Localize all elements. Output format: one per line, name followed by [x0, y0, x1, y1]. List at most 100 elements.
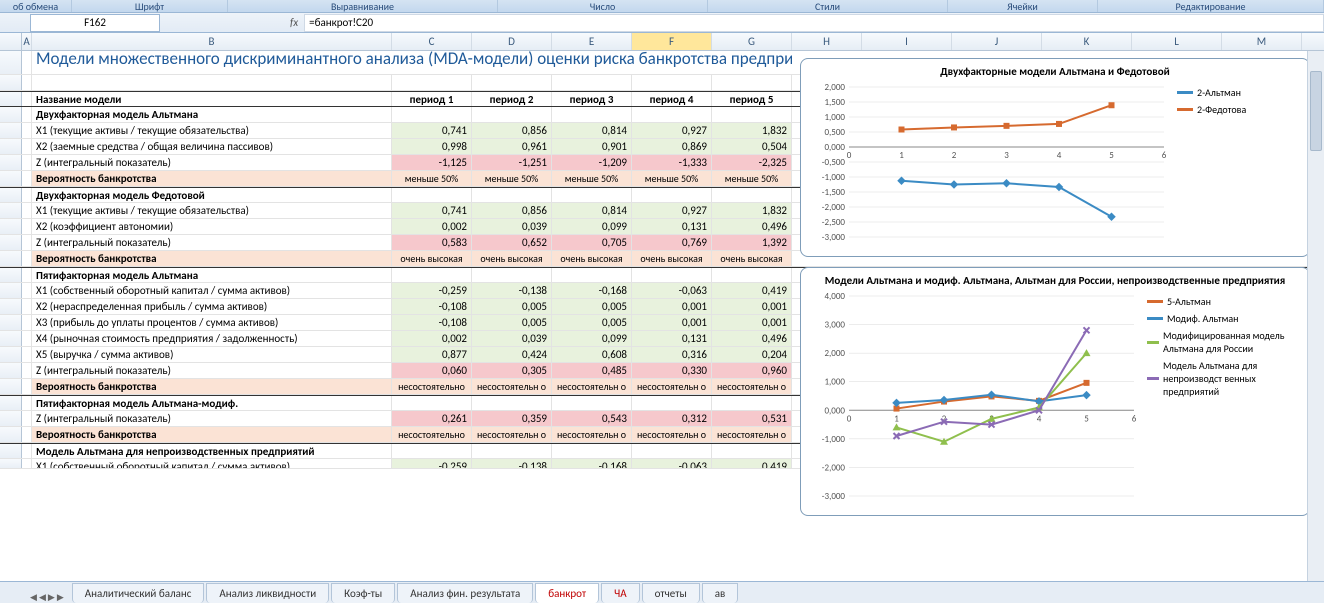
- cell[interactable]: [392, 188, 472, 202]
- cell[interactable]: [22, 251, 32, 266]
- cell[interactable]: X3 (прибыль до уплаты процентов / сумма …: [32, 315, 392, 330]
- cell[interactable]: 0,039: [472, 331, 552, 346]
- cell[interactable]: меньше 50%: [472, 171, 552, 186]
- cell[interactable]: очень высокая: [712, 251, 792, 266]
- cell[interactable]: X1 (текущие активы / текущие обязательст…: [32, 203, 392, 218]
- cell[interactable]: несостоятельн о: [472, 427, 552, 442]
- cell[interactable]: Z (интегральный показатель): [32, 235, 392, 250]
- sheet-tab[interactable]: банкрот: [535, 583, 599, 603]
- cell[interactable]: [472, 444, 552, 458]
- cell[interactable]: несостоятельн о: [632, 427, 712, 442]
- cell[interactable]: X4 (рыночная стоимость предприятия / зад…: [32, 331, 392, 346]
- tab-nav-icons[interactable]: ◀ ◀ ▶ ▶: [30, 592, 64, 603]
- cell[interactable]: 0,131: [632, 219, 712, 234]
- cell[interactable]: 0,856: [472, 203, 552, 218]
- cell[interactable]: несостоятельн о: [712, 427, 792, 442]
- cell[interactable]: меньше 50%: [552, 171, 632, 186]
- cell[interactable]: 0,877: [392, 347, 472, 362]
- cell[interactable]: 0,998: [392, 139, 472, 154]
- cell[interactable]: меньше 50%: [712, 171, 792, 186]
- cell[interactable]: 1,832: [712, 123, 792, 138]
- cell[interactable]: 0,005: [472, 299, 552, 314]
- cell[interactable]: [22, 155, 32, 170]
- cell[interactable]: [552, 396, 632, 410]
- cell[interactable]: Вероятность банкротства: [32, 251, 392, 266]
- cell[interactable]: 0,419: [712, 283, 792, 298]
- cell[interactable]: [392, 107, 472, 122]
- cell[interactable]: [22, 268, 32, 282]
- sheet-tab[interactable]: Аналитический баланс: [72, 583, 205, 603]
- cell[interactable]: 0,814: [552, 203, 632, 218]
- cell[interactable]: [22, 123, 32, 138]
- cell[interactable]: -0,168: [552, 459, 632, 468]
- cell[interactable]: 0,769: [632, 235, 712, 250]
- cell[interactable]: 0,330: [632, 363, 712, 378]
- cell[interactable]: Двухфакторная модель Альтмана: [32, 107, 392, 122]
- cell[interactable]: -0,138: [472, 283, 552, 298]
- cell[interactable]: несостоятельно: [392, 379, 472, 394]
- cell[interactable]: [392, 444, 472, 458]
- sheet-tab[interactable]: Анализ фин. результата: [397, 583, 533, 603]
- cell[interactable]: 1,832: [712, 203, 792, 218]
- cell[interactable]: 0,001: [712, 299, 792, 314]
- sheet-tab[interactable]: Коэф-ты: [331, 583, 395, 603]
- cell[interactable]: 0,305: [472, 363, 552, 378]
- cell[interactable]: 0,419: [712, 459, 792, 468]
- cell[interactable]: 0,099: [552, 331, 632, 346]
- cell[interactable]: [712, 107, 792, 122]
- cell[interactable]: [472, 107, 552, 122]
- cell[interactable]: период 3: [552, 92, 632, 106]
- cell[interactable]: X2 (нераспределенная прибыль / сумма акт…: [32, 299, 392, 314]
- cell[interactable]: [712, 75, 792, 90]
- cell[interactable]: [632, 396, 712, 410]
- cell[interactable]: [22, 299, 32, 314]
- cell[interactable]: очень высокая: [472, 251, 552, 266]
- cell[interactable]: [22, 396, 32, 410]
- cell[interactable]: -1,209: [552, 155, 632, 170]
- cell[interactable]: [552, 188, 632, 202]
- cell[interactable]: период 1: [392, 92, 472, 106]
- cell[interactable]: 1,392: [712, 235, 792, 250]
- scrollbar-thumb[interactable]: [1310, 71, 1322, 151]
- cell[interactable]: [632, 75, 712, 90]
- cell[interactable]: 0,001: [632, 315, 712, 330]
- cell[interactable]: 0,705: [552, 235, 632, 250]
- cell[interactable]: [632, 188, 712, 202]
- cell[interactable]: 0,960: [712, 363, 792, 378]
- cell[interactable]: [22, 411, 32, 426]
- cell[interactable]: 0,001: [712, 315, 792, 330]
- cell[interactable]: -0,259: [392, 283, 472, 298]
- cell[interactable]: [22, 363, 32, 378]
- cell[interactable]: период 5: [712, 92, 792, 106]
- cell[interactable]: Двухфакторная модель Федотовой: [32, 188, 392, 202]
- cell[interactable]: 0,005: [472, 315, 552, 330]
- cell[interactable]: 0,927: [632, 203, 712, 218]
- cell[interactable]: Вероятность банкротства: [32, 427, 392, 442]
- cell[interactable]: 0,485: [552, 363, 632, 378]
- cell[interactable]: [22, 444, 32, 458]
- cell[interactable]: [22, 219, 32, 234]
- cell[interactable]: -2,325: [712, 155, 792, 170]
- cell[interactable]: [22, 379, 32, 394]
- cell[interactable]: 0,496: [712, 331, 792, 346]
- cell[interactable]: [22, 92, 32, 106]
- cell[interactable]: [632, 268, 712, 282]
- cell[interactable]: 0,359: [472, 411, 552, 426]
- cell[interactable]: 0,869: [632, 139, 712, 154]
- fx-icon[interactable]: fx: [290, 16, 298, 29]
- cell[interactable]: несостоятельн о: [712, 379, 792, 394]
- cell[interactable]: Название модели: [32, 92, 392, 106]
- cell[interactable]: 0,741: [392, 123, 472, 138]
- cell[interactable]: -0,138: [472, 459, 552, 468]
- cell[interactable]: меньше 50%: [392, 171, 472, 186]
- cell[interactable]: [632, 444, 712, 458]
- cell[interactable]: 0,961: [472, 139, 552, 154]
- cell[interactable]: -0,168: [552, 283, 632, 298]
- cell[interactable]: [22, 75, 32, 90]
- cell[interactable]: [22, 235, 32, 250]
- cell[interactable]: -0,108: [392, 299, 472, 314]
- cell[interactable]: [22, 427, 32, 442]
- sheet-tab[interactable]: ЧА: [601, 583, 639, 603]
- cell[interactable]: Z (интегральный показатель): [32, 363, 392, 378]
- cell[interactable]: 0,424: [472, 347, 552, 362]
